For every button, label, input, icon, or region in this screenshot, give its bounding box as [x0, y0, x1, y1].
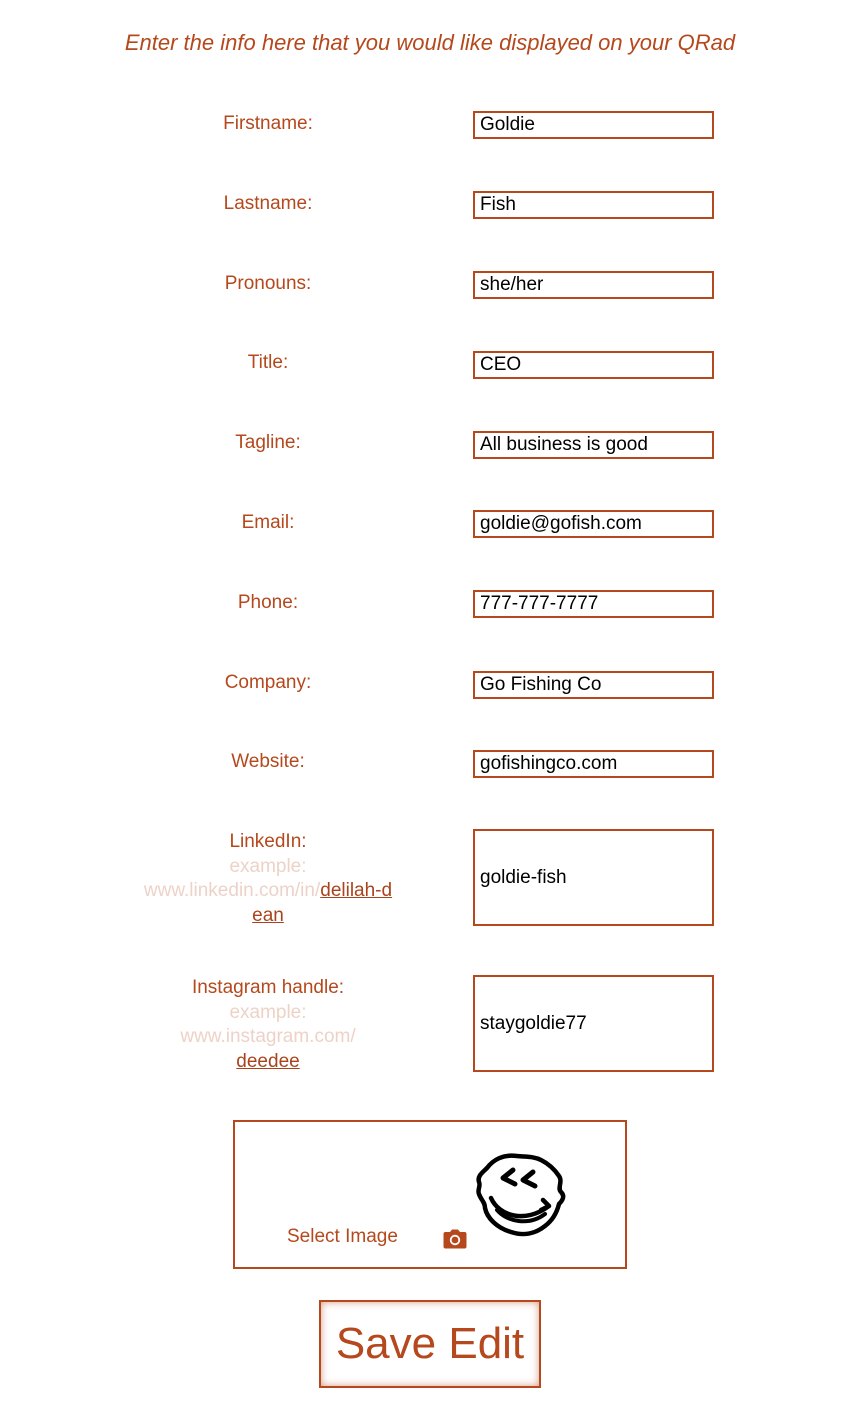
linkedin-label: LinkedIn: — [229, 831, 307, 852]
title-input[interactable]: CEO — [473, 351, 714, 379]
linkedin-example-url: www.linkedin.com/in/ — [143, 880, 321, 901]
camera-icon[interactable] — [443, 1229, 467, 1249]
instagram-example-prefix: example: — [229, 1001, 307, 1023]
pronouns-label: Pronouns: — [224, 273, 312, 294]
save-edit-button[interactable]: Save Edit — [319, 1300, 541, 1388]
firstname-label: Firstname: — [223, 113, 313, 134]
lastname-input[interactable]: Fish — [473, 191, 714, 219]
pronouns-input[interactable]: she/her — [473, 271, 714, 299]
smiley-face-icon — [476, 1153, 566, 1237]
instagram-label: Instagram handle: — [191, 977, 345, 998]
image-upload-box[interactable]: Select Image — [233, 1120, 627, 1269]
website-input[interactable]: gofishingco.com — [473, 750, 714, 778]
company-input[interactable]: Go Fishing Co — [473, 671, 714, 699]
tagline-label: Tagline: — [235, 432, 301, 453]
company-label: Company: — [224, 672, 312, 693]
linkedin-input[interactable]: goldie-fish — [473, 829, 714, 926]
instagram-example-url: www.instagram.com/ — [180, 1026, 356, 1047]
instagram-input[interactable]: staygoldie77 — [473, 975, 714, 1072]
linkedin-example: www.linkedin.com/in/delilah-dean — [140, 879, 396, 928]
form-heading: Enter the info here that you would like … — [124, 30, 736, 55]
tagline-input[interactable]: All business is good — [473, 431, 714, 459]
firstname-input[interactable]: Goldie — [473, 111, 714, 139]
linkedin-label-group: LinkedIn: example: www.linkedin.com/in/d… — [140, 830, 396, 928]
lastname-label: Lastname: — [223, 193, 313, 214]
website-label: Website: — [231, 751, 305, 772]
select-image-label[interactable]: Select Image — [287, 1226, 398, 1248]
email-label: Email: — [241, 512, 295, 533]
instagram-example-link[interactable]: deedee — [236, 1051, 299, 1072]
linkedin-example-prefix: example: — [229, 855, 307, 877]
phone-label: Phone: — [237, 592, 299, 613]
email-input[interactable]: goldie@gofish.com — [473, 510, 714, 538]
instagram-label-group: Instagram handle: example: www.instagram… — [170, 976, 366, 1074]
title-label: Title: — [247, 352, 289, 373]
phone-input[interactable]: 777-777-7777 — [473, 590, 714, 618]
